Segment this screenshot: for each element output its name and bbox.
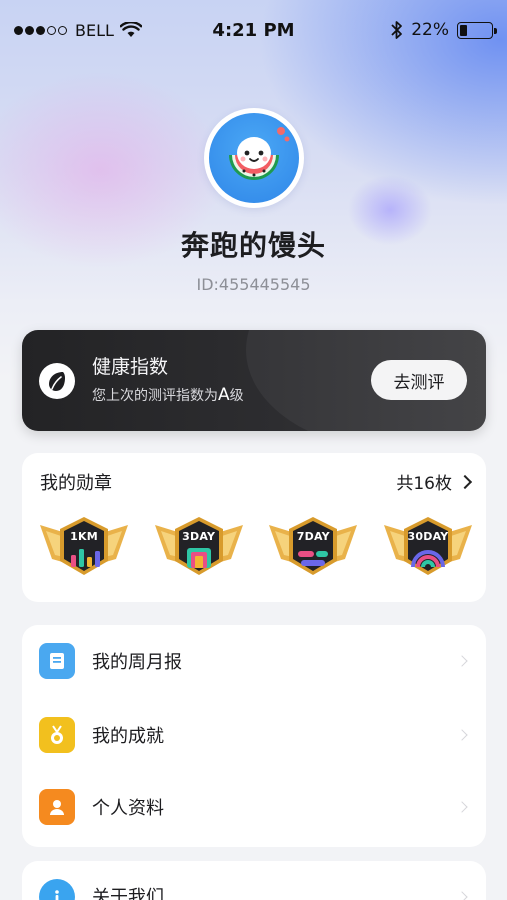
carrier-name: BELL — [75, 20, 114, 40]
medal-list: 1KM 3DAY 7DAY 30DAY — [36, 515, 476, 581]
medal-badge-3day[interactable]: 3DAY — [151, 515, 247, 581]
user-id: ID:455445545 — [196, 275, 311, 294]
avatar[interactable] — [204, 108, 304, 208]
medal-label: 3DAY — [182, 530, 216, 543]
medal-icon — [39, 717, 75, 753]
person-icon — [39, 789, 75, 825]
health-subtitle: 您上次的测评指数为A级 — [92, 385, 244, 405]
menu-label: 关于我们 — [92, 887, 164, 900]
medal-label: 30DAY — [407, 530, 449, 543]
status-left: BELL — [14, 21, 142, 40]
medal-badge-7day[interactable]: 7DAY — [265, 515, 361, 581]
health-title: 健康指数 — [92, 356, 169, 378]
status-bar: BELL 4:21 PM 22% — [0, 0, 507, 60]
wifi-icon — [119, 22, 142, 37]
signal-strength-icon — [14, 25, 67, 35]
status-right: 22% — [391, 20, 497, 40]
chevron-right-icon — [456, 655, 468, 667]
battery-percent: 22% — [411, 20, 449, 40]
health-grade-suffix: 级 — [229, 388, 244, 404]
health-index-card[interactable]: 健康指数 您上次的测评指数为A级 去测评 — [22, 330, 486, 431]
health-leaf-icon — [39, 363, 75, 399]
medal-label: 1KM — [70, 530, 98, 543]
watermelon-avatar-icon — [209, 113, 299, 203]
menu-card: 我的周月报 我的成就 个人资料 — [22, 625, 486, 847]
medals-title: 我的勋章 — [40, 473, 112, 494]
menu-label: 我的周月报 — [92, 652, 182, 673]
menu-label: 我的成就 — [92, 726, 164, 747]
medal-badge-1km[interactable]: 1KM — [36, 515, 132, 581]
go-test-button[interactable]: 去测评 — [371, 360, 467, 400]
bluetooth-icon — [391, 21, 403, 39]
menu-item-about[interactable]: 关于我们 — [22, 861, 486, 900]
medals-count-link[interactable]: 共16枚 — [396, 469, 473, 494]
info-icon — [39, 879, 75, 900]
user-name: 奔跑的馒头 — [180, 229, 326, 262]
menu-item-weekly-report[interactable]: 我的周月报 — [22, 625, 486, 697]
menu-label: 个人资料 — [92, 798, 164, 819]
chevron-right-icon — [457, 474, 473, 489]
chevron-right-icon — [456, 801, 468, 813]
menu-item-achievements[interactable]: 我的成就 — [22, 699, 486, 771]
medal-badge-30day[interactable]: 30DAY — [380, 515, 476, 581]
battery-icon — [457, 21, 497, 39]
about-card: 关于我们 — [22, 861, 486, 900]
chevron-right-icon — [456, 891, 468, 900]
medals-count: 共16枚 — [396, 474, 452, 494]
report-icon — [39, 643, 75, 679]
medals-card: 我的勋章 共16枚 1KM 3DAY 7DAY 30DAY — [22, 453, 486, 602]
menu-item-profile[interactable]: 个人资料 — [22, 771, 486, 843]
chevron-right-icon — [456, 729, 468, 741]
health-subtitle-text: 您上次的测评指数为 — [92, 388, 218, 404]
health-grade: A — [218, 385, 230, 405]
medal-label: 7DAY — [296, 530, 330, 543]
